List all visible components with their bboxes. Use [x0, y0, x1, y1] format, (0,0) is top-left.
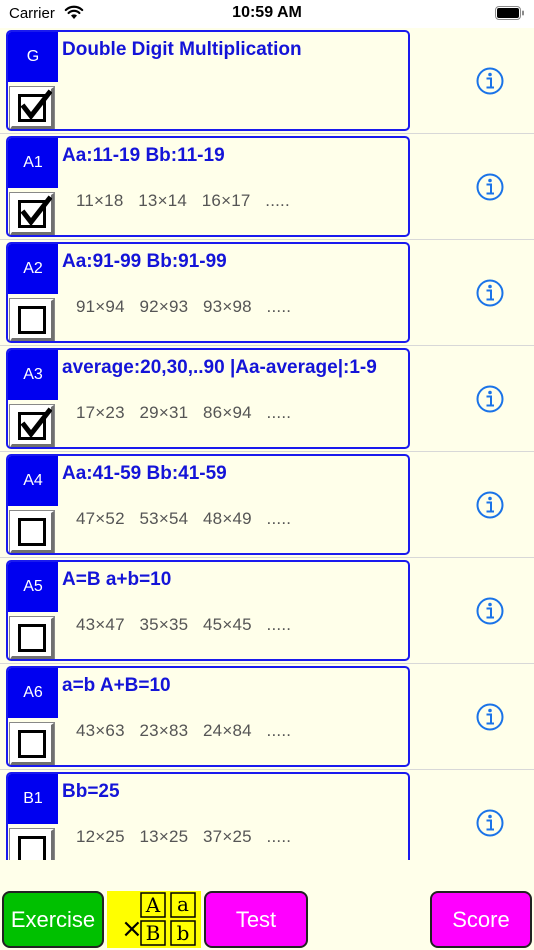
info-circle-icon[interactable]	[475, 278, 505, 308]
checkmark-icon	[20, 407, 52, 439]
checkbox-icon	[18, 730, 46, 758]
category-title: Double Digit Multiplication	[62, 39, 302, 60]
category-badge: G	[8, 32, 58, 82]
info-circle-icon[interactable]	[475, 490, 505, 520]
logo-b-upper: B	[146, 921, 161, 945]
bottom-toolbar: Exercise × A a B b Test Score	[0, 860, 534, 950]
info-circle-icon[interactable]	[475, 702, 505, 732]
checkmark-icon	[20, 89, 52, 121]
category-badge: A2	[8, 244, 58, 294]
list-item[interactable]: G Double Digit Multiplication	[0, 28, 534, 134]
list-item[interactable]: B1 Bb=25 12×25 13×25 37×25 .....	[0, 770, 534, 860]
category-card[interactable]: A3 average:20,30,..90 |Aa-average|:1-9 17×…	[6, 348, 410, 449]
checkbox-icon	[18, 306, 46, 334]
list-item[interactable]: A1 Aa:11-19 Bb:11-19 11×18 13×14 16×17 ...…	[0, 134, 534, 240]
checkbox-checked[interactable]	[9, 404, 55, 447]
info-circle-icon[interactable]	[475, 66, 505, 96]
category-examples: 12×25 13×25 37×25 .....	[76, 827, 292, 846]
checkbox-icon	[18, 836, 46, 860]
multiplication-logo: × A a B b	[107, 891, 201, 948]
checkbox-checked[interactable]	[9, 86, 55, 129]
checkbox-unchecked[interactable]	[9, 510, 55, 553]
category-list[interactable]: G Double Digit Multiplication A1 Aa:11-19 B…	[0, 28, 534, 860]
category-card[interactable]: A5 A=B a+b=10 43×47 35×35 45×45 .....	[6, 560, 410, 661]
category-badge: A6	[8, 668, 58, 718]
category-badge: B1	[8, 774, 58, 824]
checkbox-icon	[18, 518, 46, 546]
checkbox-unchecked[interactable]	[9, 722, 55, 765]
category-title: Bb=25	[62, 781, 120, 802]
category-card[interactable]: G Double Digit Multiplication	[6, 30, 410, 131]
list-item[interactable]: A3 average:20,30,..90 |Aa-average|:1-9 17×…	[0, 346, 534, 452]
category-card[interactable]: A1 Aa:11-19 Bb:11-19 11×18 13×14 16×17 ...…	[6, 136, 410, 237]
logo-a-lower: a	[177, 892, 189, 916]
exercise-button[interactable]: Exercise	[2, 891, 104, 948]
logo-times: ×	[121, 914, 143, 944]
category-examples: 43×47 35×35 45×45 .....	[76, 615, 292, 634]
category-examples: 11×18 13×14 16×17 .....	[76, 191, 290, 210]
category-title: a=b A+B=10	[62, 675, 171, 696]
info-circle-icon[interactable]	[475, 384, 505, 414]
checkmark-icon	[20, 195, 52, 227]
category-badge: A5	[8, 562, 58, 612]
category-badge: A3	[8, 350, 58, 400]
category-badge: A4	[8, 456, 58, 506]
list-item[interactable]: A2 Aa:91-99 Bb:91-99 91×94 92×93 93×98 ...…	[0, 240, 534, 346]
checkbox-unchecked[interactable]	[9, 616, 55, 659]
checkbox-icon	[18, 624, 46, 652]
category-examples: 17×23 29×31 86×94 .....	[76, 403, 292, 422]
category-card[interactable]: A2 Aa:91-99 Bb:91-99 91×94 92×93 93×98 ...…	[6, 242, 410, 343]
category-card[interactable]: B1 Bb=25 12×25 13×25 37×25 .....	[6, 772, 410, 860]
score-button[interactable]: Score	[430, 891, 532, 948]
category-title: Aa:91-99 Bb:91-99	[62, 251, 227, 272]
status-time: 10:59 AM	[232, 4, 302, 21]
category-title: A=B a+b=10	[62, 569, 172, 590]
status-bar: Carrier 10:59 AM	[0, 0, 534, 28]
category-title: average:20,30,..90 |Aa-average|:1-9	[62, 357, 377, 378]
category-card[interactable]: A4 Aa:41-59 Bb:41-59 47×52 53×54 48×49 ...…	[6, 454, 410, 555]
list-item[interactable]: A4 Aa:41-59 Bb:41-59 47×52 53×54 48×49 ...…	[0, 452, 534, 558]
category-title: Aa:11-19 Bb:11-19	[62, 145, 225, 166]
logo-b-lower: b	[177, 921, 190, 945]
category-card[interactable]: A6 a=b A+B=10 43×63 23×83 24×84 .....	[6, 666, 410, 767]
checkbox-checked[interactable]	[9, 192, 55, 235]
info-circle-icon[interactable]	[475, 596, 505, 626]
battery-icon	[495, 6, 524, 20]
list-item[interactable]: A6 a=b A+B=10 43×63 23×83 24×84 .....	[0, 664, 534, 770]
category-examples: 43×63 23×83 24×84 .....	[76, 721, 292, 740]
category-examples: 47×52 53×54 48×49 .....	[76, 509, 292, 528]
category-badge: A1	[8, 138, 58, 188]
info-circle-icon[interactable]	[475, 808, 505, 838]
logo-a-upper: A	[145, 893, 161, 917]
category-examples: 91×94 92×93 93×98 .....	[76, 297, 292, 316]
category-title: Aa:41-59 Bb:41-59	[62, 463, 227, 484]
checkbox-unchecked[interactable]	[9, 828, 55, 860]
info-circle-icon[interactable]	[475, 172, 505, 202]
checkbox-unchecked[interactable]	[9, 298, 55, 341]
list-item[interactable]: A5 A=B a+b=10 43×47 35×35 45×45 .....	[0, 558, 534, 664]
test-button[interactable]: Test	[204, 891, 308, 948]
